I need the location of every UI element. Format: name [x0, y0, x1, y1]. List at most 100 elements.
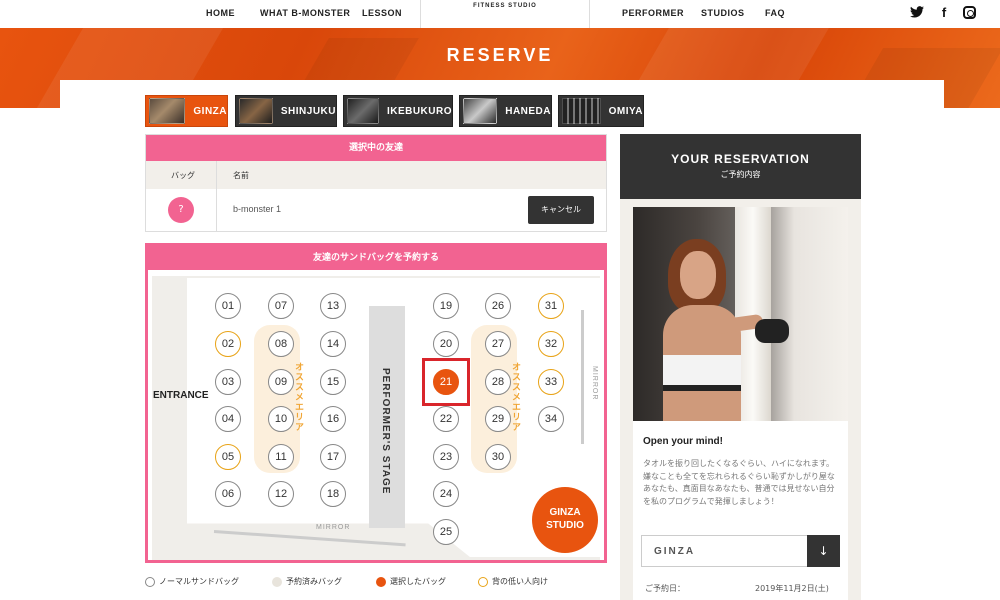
nav-studios[interactable]: STUDIOS: [701, 8, 745, 18]
column-name: 名前: [233, 171, 249, 180]
seat-17[interactable]: 17: [320, 444, 346, 470]
legend-label: ノーマルサンドバッグ: [159, 577, 239, 586]
date-label: ご予約日：: [645, 584, 685, 593]
stage-label: PERFORMER'S STAGE: [380, 368, 391, 495]
date-value: 2019年11月2日(土): [755, 584, 829, 593]
ginza-studio-badge: GINZA STUDIO: [532, 487, 598, 553]
seat-05[interactable]: 05: [215, 444, 241, 470]
legend-label: 予約済みバッグ: [286, 577, 342, 586]
legend-reserved: 予約済みバッグ: [272, 576, 342, 587]
seat-06[interactable]: 06: [215, 481, 241, 507]
bag-indicator: ?: [168, 197, 194, 223]
seat-14[interactable]: 14: [320, 331, 346, 357]
studio-thumbnail: [239, 98, 273, 124]
nav-performer[interactable]: PERFORMER: [622, 8, 684, 18]
recommended-area-label: オススメエリア: [510, 362, 520, 432]
legend-low: 背の低い人向け: [478, 576, 548, 587]
seat-15[interactable]: 15: [320, 369, 346, 395]
seat-12[interactable]: 12: [268, 481, 294, 507]
seat-34[interactable]: 34: [538, 406, 564, 432]
seat-18[interactable]: 18: [320, 481, 346, 507]
seat-31[interactable]: 31: [538, 293, 564, 319]
seat-30[interactable]: 30: [485, 444, 511, 470]
tab-omiya[interactable]: OMIYA: [558, 95, 644, 127]
seat-23[interactable]: 23: [433, 444, 459, 470]
reservation-title: YOUR RESERVATION: [671, 152, 810, 166]
seat-22[interactable]: 22: [433, 406, 459, 432]
seat-01[interactable]: 01: [215, 293, 241, 319]
logo[interactable]: FITNESS STUDIO: [420, 0, 590, 28]
mirror-label-right: MIRROR: [591, 366, 598, 401]
seat-11[interactable]: 11: [268, 444, 294, 470]
seat-20[interactable]: 20: [433, 331, 459, 357]
seat-16[interactable]: 16: [320, 406, 346, 432]
legend-normal: ノーマルサンドバッグ: [145, 576, 239, 587]
tab-ikebukuro[interactable]: IKEBUKURO: [343, 95, 453, 127]
seat-19[interactable]: 19: [433, 293, 459, 319]
nav-what-b-monster[interactable]: WHAT B-MONSTER: [260, 8, 350, 18]
seat-09[interactable]: 09: [268, 369, 294, 395]
selected-bag-icon: [376, 576, 386, 587]
studio-select[interactable]: GINZA ↓: [641, 535, 840, 567]
seat-32[interactable]: 32: [538, 331, 564, 357]
mirror-label-bottom: MIRROR: [316, 524, 351, 531]
seat-10[interactable]: 10: [268, 406, 294, 432]
tab-shinjuku[interactable]: SHINJUKU: [235, 95, 337, 127]
tab-label: IKEBUKURO: [386, 105, 452, 117]
tab-label: OMIYA: [608, 105, 643, 117]
instagram-icon[interactable]: [963, 6, 976, 19]
seat-25[interactable]: 25: [433, 519, 459, 545]
seat-07[interactable]: 07: [268, 293, 294, 319]
facebook-icon[interactable]: f: [937, 6, 951, 20]
tab-label: GINZA: [193, 105, 227, 117]
seat-26[interactable]: 26: [485, 293, 511, 319]
cancel-button[interactable]: キャンセル: [528, 196, 594, 224]
entrance-label: ENTRANCE: [153, 390, 209, 401]
column-bag: バッグ: [171, 171, 195, 180]
performer-photo: [633, 207, 848, 421]
seat-29[interactable]: 29: [485, 406, 511, 432]
seat-13[interactable]: 13: [320, 293, 346, 319]
low-bag-icon: [478, 576, 488, 587]
nav-lesson[interactable]: LESSON: [362, 8, 402, 18]
seat-24[interactable]: 24: [433, 481, 459, 507]
studio-thumbnail: [347, 98, 379, 124]
legend-selected: 選択したバッグ: [376, 576, 446, 587]
badge-line-2: STUDIO: [546, 520, 584, 531]
seat-04[interactable]: 04: [215, 406, 241, 432]
seat-03[interactable]: 03: [215, 369, 241, 395]
friend-name: b-monster 1: [233, 204, 282, 214]
normal-bag-icon: [145, 576, 155, 587]
tab-haneda[interactable]: HANEDA: [459, 95, 552, 127]
selected-seat-highlight: [422, 358, 470, 406]
twitter-icon[interactable]: [910, 6, 924, 20]
seat-08[interactable]: 08: [268, 331, 294, 357]
seat-27[interactable]: 27: [485, 331, 511, 357]
nav-faq[interactable]: FAQ: [765, 8, 785, 18]
seat-02[interactable]: 02: [215, 331, 241, 357]
mirror-right: [581, 310, 584, 444]
tab-ginza[interactable]: GINZA: [145, 95, 228, 127]
studio-thumbnail: [463, 98, 498, 124]
reservation-sidebar: YOUR RESERVATION ご予約内容 Open your mind! タ…: [620, 134, 861, 600]
legend-label: 選択したバッグ: [390, 577, 446, 586]
performer-tagline: Open your mind!: [643, 436, 723, 447]
performer-card: Open your mind! タオルを振り回したくなるぐらい、ハイになれます。…: [633, 207, 848, 600]
legend-label: 背の低い人向け: [492, 577, 548, 586]
recommended-area-label: オススメエリア: [293, 362, 303, 432]
logo-subtitle: FITNESS STUDIO: [473, 3, 537, 9]
page-title: RESERVE: [446, 45, 554, 65]
studio-select-value: GINZA: [654, 546, 696, 557]
performer-description: タオルを振り回したくなるぐらい、ハイになれます。嫌なことも全てを忘れられるぐらい…: [643, 459, 835, 506]
reservation-subtitle: ご予約内容: [720, 170, 761, 179]
reserved-bag-icon: [272, 576, 282, 587]
badge-line-1: GINZA: [549, 507, 581, 518]
reservation-date: ご予約日： 2019年11月2日(土): [645, 583, 829, 594]
arrow-down-icon[interactable]: ↓: [807, 535, 840, 567]
seat-map-header: 友達のサンドバッグを予約する: [148, 246, 604, 270]
seat-33[interactable]: 33: [538, 369, 564, 395]
friends-table-columns: バッグ 名前: [146, 161, 606, 189]
table-row: ? b-monster 1 キャンセル: [146, 189, 606, 231]
nav-home[interactable]: HOME: [206, 8, 235, 18]
seat-28[interactable]: 28: [485, 369, 511, 395]
